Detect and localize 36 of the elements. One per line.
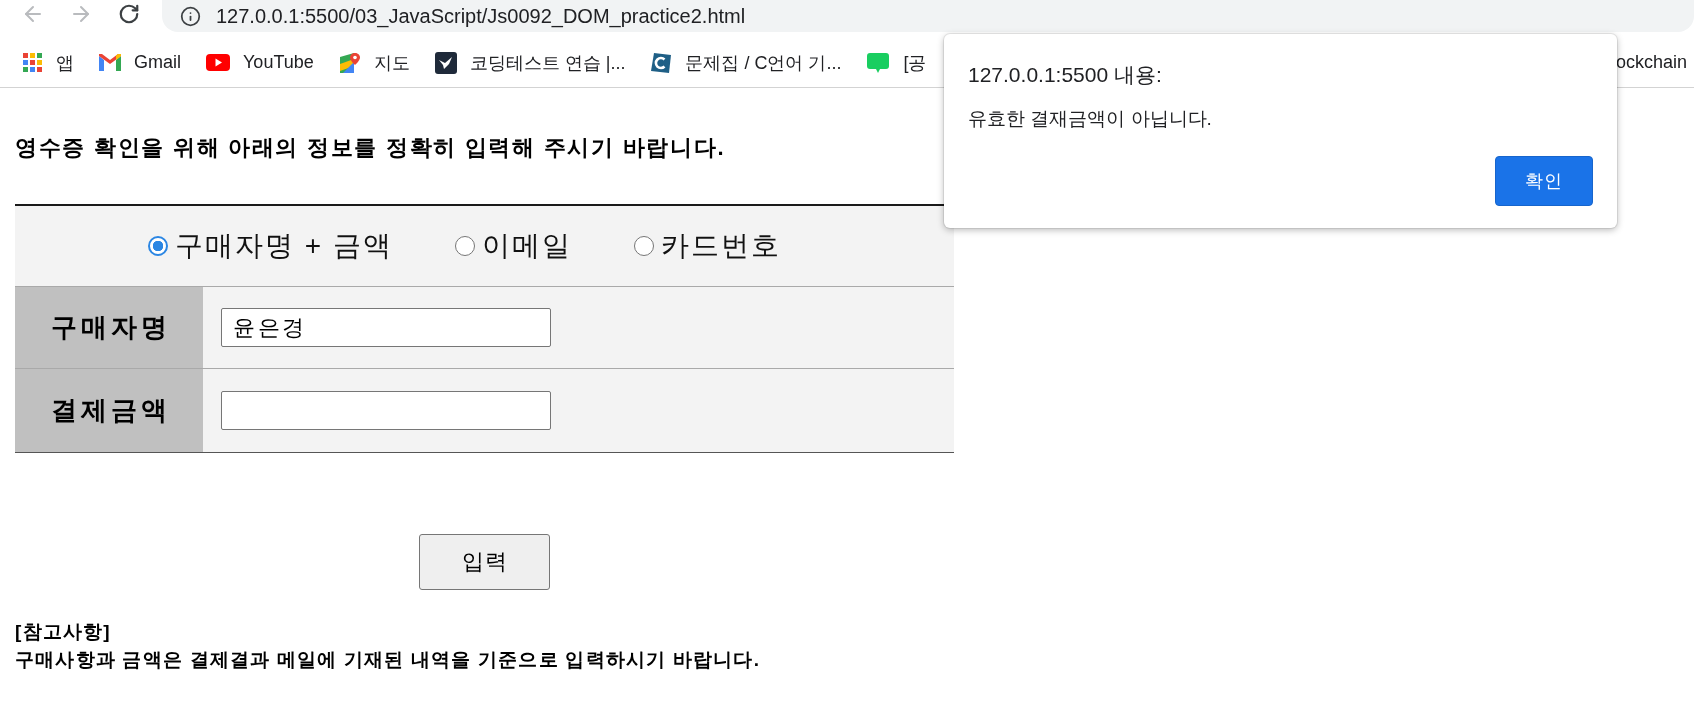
radio-label[interactable]: 구매자명 + 금액 xyxy=(175,229,393,263)
notes-title: [참고사항] xyxy=(15,620,111,644)
radio-label[interactable]: 이메일 xyxy=(481,229,572,263)
speech-bubble-icon xyxy=(866,51,891,74)
text-input[interactable] xyxy=(221,391,551,430)
bookmark-link[interactable]: 문제집 / C언어 기... xyxy=(650,50,842,75)
bookmark-link[interactable]: YouTube xyxy=(206,52,314,73)
checkmark-tile-icon xyxy=(434,51,457,74)
url-text: 127.0.0.1:5500/03_JavaScript/Js0092_DOM_practice2.html xyxy=(216,4,746,28)
bookmark-link[interactable]: 코딩테스트 연습 |... xyxy=(434,50,626,75)
field-label: 구매자명 xyxy=(15,287,203,368)
bookmark-link[interactable]: 앱 xyxy=(23,50,74,75)
reload-icon xyxy=(118,3,140,25)
field-label: 결제금액 xyxy=(15,369,203,452)
dialog-message: 유효한 결재금액이 아닙니다. xyxy=(968,108,1212,130)
radio-button[interactable] xyxy=(454,236,475,256)
bookmark-link[interactable]: Gmail xyxy=(99,52,181,73)
c-tile-icon xyxy=(650,51,673,74)
radio-button[interactable] xyxy=(148,236,168,256)
notes-text: 구매사항과 금액은 결제결과 메일에 기재된 내역을 기준으로 입력하시기 바랍니다. xyxy=(15,648,761,672)
submit-button[interactable]: 입력 xyxy=(419,534,550,590)
bookmark-link[interactable]: [공 xyxy=(866,50,927,75)
ok-button[interactable]: 확인 xyxy=(1495,156,1593,206)
bookmark-link[interactable]: ockchain xyxy=(1615,52,1687,73)
mail-icon xyxy=(99,54,121,71)
radio-button[interactable] xyxy=(633,236,654,256)
dialog-title: 127.0.0.1:5500 내용: xyxy=(968,62,1162,88)
apps-grid-icon xyxy=(23,52,43,73)
info-icon xyxy=(180,5,201,27)
radio-label[interactable]: 카드번호 xyxy=(660,229,781,263)
map-pin-icon xyxy=(338,51,361,74)
play-icon xyxy=(206,54,230,71)
text-input[interactable]: 윤은경 xyxy=(221,308,551,347)
bookmark-link[interactable]: 지도 xyxy=(338,50,410,75)
page-heading: 영수증 확인을 위해 아래의 정보를 정확히 입력해 주시기 바랍니다. xyxy=(15,135,726,161)
address-bar[interactable]: 127.0.0.1:5500/03_JavaScript/Js0092_DOM_practice2.html xyxy=(162,0,1694,32)
